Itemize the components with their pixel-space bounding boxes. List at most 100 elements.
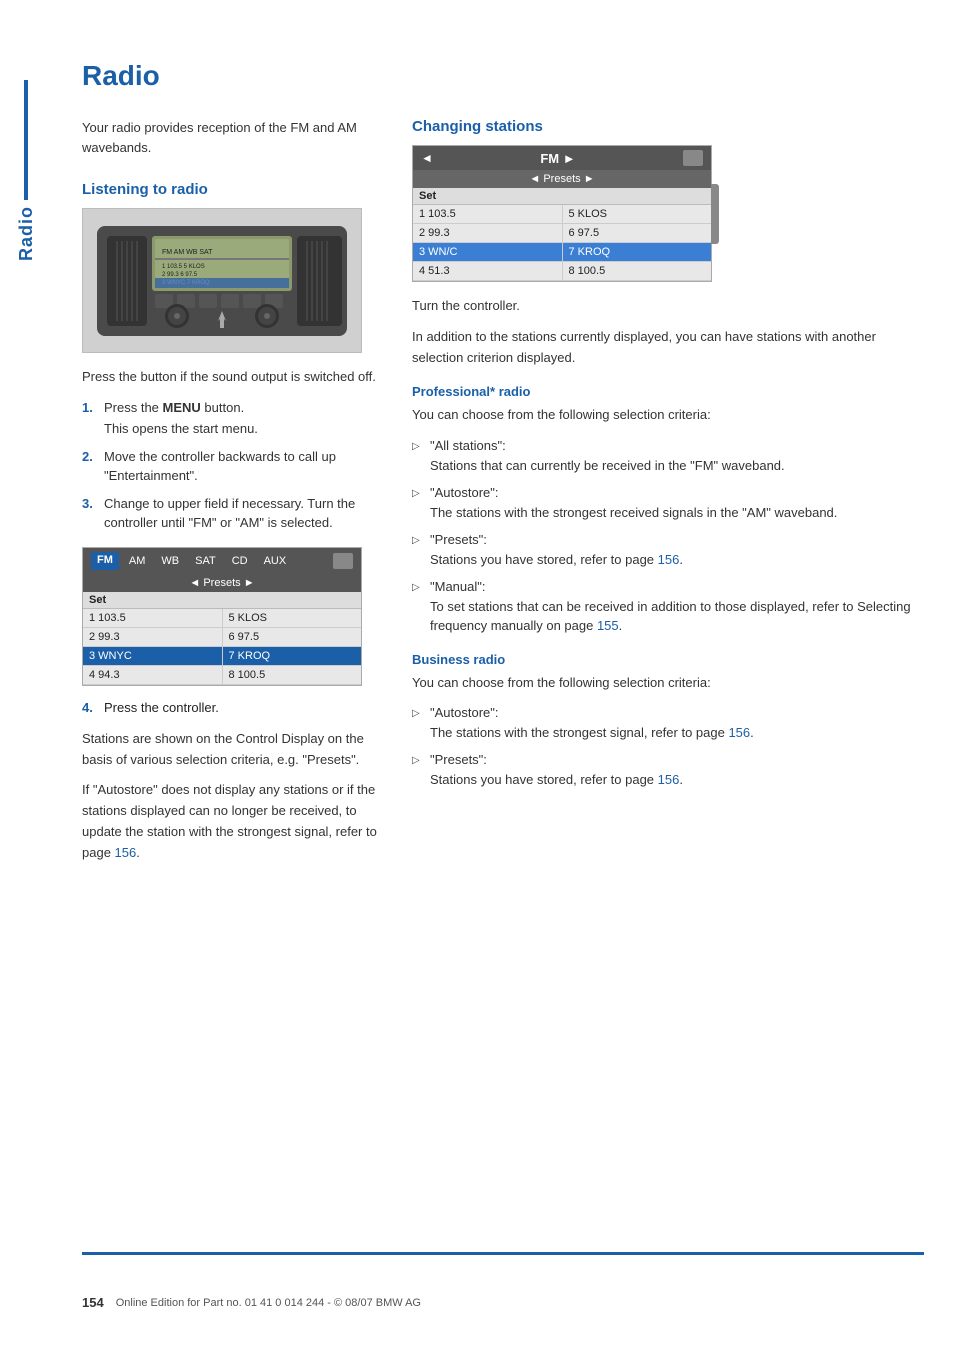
criteria-item-3: ▷ "Presets": Stations you have stored, r… [412, 530, 924, 569]
criteria-arrow-3: ▷ [412, 533, 424, 569]
radio-device-image: FM AM WB SAT 1 103.5 5 KLOS 2 99.3 6 97.… [82, 208, 362, 353]
cs-header: ◄ FM ► [413, 146, 711, 170]
cs-row-1: 1 103.5 5 KLOS [413, 205, 711, 224]
criteria-arrow-1: ▷ [412, 439, 424, 475]
display-set: Set [83, 592, 361, 609]
cs-1-right: 5 KLOS [563, 205, 712, 223]
cs-4-right: 8 100.5 [563, 262, 712, 280]
intro-text: Your radio provides reception of the FM … [82, 118, 382, 157]
business-arrow-1: ▷ [412, 706, 424, 742]
cs-row-3: 3 WN/C 7 KROQ [413, 243, 711, 262]
station-1-right: 5 KLOS [223, 609, 362, 627]
changing-stations-heading: Changing stations [412, 118, 924, 135]
step-1-text: Press the MENU button. This opens the st… [104, 398, 382, 439]
cs-4-left: 4 51.3 [413, 262, 563, 280]
after-step4-end: . [136, 845, 140, 860]
link-156-2[interactable]: 156 [658, 552, 680, 567]
business-criteria-item-1: ▷ "Autostore": The stations with the str… [412, 703, 924, 742]
display-stations: 1 103.5 5 KLOS 2 99.3 6 97.5 3 WNYC 7 KR… [83, 609, 361, 685]
business-criteria-item-2: ▷ "Presets": Stations you have stored, r… [412, 750, 924, 789]
business-title-2: "Presets": [430, 752, 487, 767]
station-4-left: 4 94.3 [83, 666, 223, 684]
business-desc-2: Stations you have stored, refer to page … [430, 772, 683, 787]
press-button-text: Press the button if the sound output is … [82, 367, 382, 388]
criteria-title-3: "Presets": [430, 532, 487, 547]
business-content-2: "Presets": Stations you have stored, ref… [430, 750, 924, 789]
listening-heading: Listening to radio [82, 181, 382, 198]
cs-presets: ◄ Presets ► [413, 170, 711, 188]
professional-criteria-list: ▷ "All stations": Stations that can curr… [412, 436, 924, 636]
cs-3-right: 7 KROQ [563, 243, 712, 261]
business-title-1: "Autostore": [430, 705, 499, 720]
changing-stations-display: ◄ FM ► ◄ Presets ► Set 1 103.5 5 KLOS 2 … [412, 145, 712, 282]
step-1: 1. Press the MENU button. This opens the… [82, 398, 382, 439]
cs-stations: 1 103.5 5 KLOS 2 99.3 6 97.5 3 WN/C 7 KR… [413, 205, 711, 281]
after-step-text-1: Stations are shown on the Control Displa… [82, 729, 382, 771]
criteria-title-1: "All stations": [430, 438, 506, 453]
business-radio-heading: Business radio [412, 652, 924, 667]
radio-device-svg: FM AM WB SAT 1 103.5 5 KLOS 2 99.3 6 97.… [92, 216, 352, 346]
sidebar-label: Radio [16, 80, 37, 261]
sidebar: Radio [0, 0, 52, 1350]
criteria-title-4: "Manual": [430, 579, 485, 594]
link-156-4[interactable]: 156 [658, 772, 680, 787]
svg-text:FM AM WB SAT: FM AM WB SAT [162, 249, 213, 256]
display-tabs: FM AM WB SAT CD AUX [91, 552, 292, 570]
main-content: Radio Your radio provides reception of t… [52, 0, 954, 1350]
cs-2-left: 2 99.3 [413, 224, 563, 242]
criteria-title-2: "Autostore": [430, 485, 499, 500]
footer-text: Online Edition for Part no. 01 41 0 014 … [116, 1297, 421, 1309]
display-presets: ◄ Presets ► [83, 574, 361, 592]
cs-fm-label: FM ► [540, 151, 575, 166]
display-header: FM AM WB SAT CD AUX [83, 548, 361, 574]
business-criteria-list: ▷ "Autostore": The stations with the str… [412, 703, 924, 789]
cs-3-left: 3 WN/C [413, 243, 563, 261]
radio-display-screen: FM AM WB SAT CD AUX ◄ Presets ► Set [82, 547, 362, 686]
tab-wb: WB [155, 552, 185, 570]
business-radio-intro: You can choose from the following select… [412, 673, 924, 694]
right-column: Changing stations ◄ FM ► ◄ Presets ► Set… [412, 118, 924, 874]
step-2-text: Move the controller backwards to call up… [104, 447, 382, 486]
criteria-desc-2: The stations with the strongest received… [430, 505, 837, 520]
step-1-num: 1. [82, 398, 96, 439]
step-2-num: 2. [82, 447, 96, 486]
sidebar-bar [24, 80, 28, 200]
criteria-desc-4: To set stations that can be received in … [430, 599, 911, 634]
business-arrow-2: ▷ [412, 753, 424, 789]
station-4-right: 8 100.5 [223, 666, 362, 684]
step-2: 2. Move the controller backwards to call… [82, 447, 382, 486]
tab-am: AM [123, 552, 152, 570]
tab-sat: SAT [189, 552, 222, 570]
criteria-desc-1: Stations that can currently be received … [430, 458, 785, 473]
station-2-left: 2 99.3 [83, 628, 223, 646]
link-155[interactable]: 155 [597, 618, 619, 633]
step-3-text: Change to upper field if necessary. Turn… [104, 494, 382, 533]
criteria-arrow-4: ▷ [412, 580, 424, 636]
cs-1-left: 1 103.5 [413, 205, 563, 223]
link-156-1[interactable]: 156 [115, 845, 137, 860]
station-1-left: 1 103.5 [83, 609, 223, 627]
criteria-content-2: "Autostore": The stations with the stron… [430, 483, 924, 522]
step-3: 3. Change to upper field if necessary. T… [82, 494, 382, 533]
criteria-content-3: "Presets": Stations you have stored, ref… [430, 530, 924, 569]
step-4-container: 4. Press the controller. [82, 700, 382, 715]
step-4-num: 4. [82, 700, 96, 715]
step-4-text: Press the controller. [104, 700, 382, 715]
svg-text:1 103.5 5 KLOS: 1 103.5 5 KLOS [162, 264, 205, 270]
professional-radio-intro: You can choose from the following select… [412, 405, 924, 426]
station-row-4: 4 94.3 8 100.5 [83, 666, 361, 685]
after-step-text-2: If "Autostore" does not display any stat… [82, 780, 382, 863]
business-desc-1: The stations with the strongest signal, … [430, 725, 754, 740]
link-156-3[interactable]: 156 [728, 725, 750, 740]
svg-text:2 99.3 6 97.5: 2 99.3 6 97.5 [162, 272, 198, 278]
left-column: Your radio provides reception of the FM … [82, 118, 382, 874]
step-1-sub: This opens the start menu. [104, 419, 382, 439]
station-row-1: 1 103.5 5 KLOS [83, 609, 361, 628]
criteria-item-4: ▷ "Manual": To set stations that can be … [412, 577, 924, 636]
cs-icon [683, 150, 703, 166]
station-2-right: 6 97.5 [223, 628, 362, 646]
steps-list: 1. Press the MENU button. This opens the… [82, 398, 382, 533]
station-row-2: 2 99.3 6 97.5 [83, 628, 361, 647]
page-number: 154 [82, 1295, 104, 1310]
changing-stations-body: In addition to the stations currently di… [412, 327, 924, 369]
